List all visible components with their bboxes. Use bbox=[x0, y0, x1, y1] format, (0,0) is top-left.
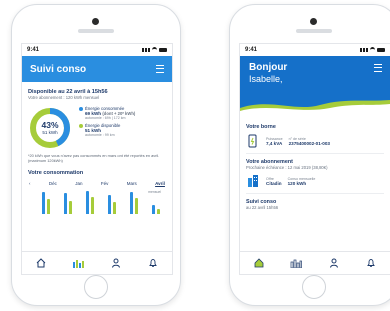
home-icon[interactable] bbox=[34, 256, 48, 270]
abonnement-card[interactable]: Offre Citadin Conso mensuelle 120 kWh bbox=[246, 174, 384, 188]
speaker bbox=[78, 29, 114, 33]
suivi-sub: au 22 avril 15h56 bbox=[246, 205, 279, 210]
user-name: Isabelle, bbox=[249, 74, 283, 84]
chart-bar bbox=[47, 199, 50, 214]
greeting-banner: Bonjour Isabelle, bbox=[240, 56, 390, 114]
subscription-text: Votre abonnement : 120 kWh mensuel bbox=[28, 95, 100, 100]
borne-card[interactable]: Puissance 7,4 kVA n° de série 2375400002… bbox=[246, 134, 384, 148]
main-content: Disponible au 22 avril à 15h56 Votre abo… bbox=[22, 82, 172, 219]
phone-suivi-conso: 9:41 Suivi conso Disponible au 22 avril … bbox=[11, 4, 181, 306]
wifi-icon bbox=[152, 47, 157, 53]
chart-bar bbox=[157, 208, 160, 214]
greeting-text: Bonjour bbox=[249, 62, 288, 73]
green-dot-icon bbox=[79, 123, 83, 128]
charger-icon bbox=[248, 134, 257, 148]
speaker bbox=[296, 29, 332, 33]
building-icon bbox=[248, 175, 258, 187]
menu-icon[interactable] bbox=[374, 64, 382, 72]
status-time: 9:41 bbox=[245, 47, 258, 53]
serie-value: 2375400002-01-003 bbox=[288, 140, 330, 146]
chart-bar bbox=[135, 198, 138, 214]
month-dec[interactable]: Déc bbox=[49, 181, 57, 186]
wifi-icon bbox=[370, 47, 375, 53]
offre-value: Citadin bbox=[266, 180, 282, 186]
signal-icon bbox=[142, 48, 150, 52]
borne-title: Votre borne bbox=[246, 124, 276, 130]
wave-decoration bbox=[240, 100, 390, 114]
report-note: *20 kWh que vous n'avez pas consommés en… bbox=[28, 153, 160, 163]
gauge-section: 43% 51 kWh Énergie consommée 69 kWh (don… bbox=[28, 106, 166, 150]
month-apr[interactable]: Avril bbox=[155, 181, 165, 186]
gauge-legend: Énergie consommée 69 kWh (dont + 20* kWh… bbox=[79, 106, 135, 140]
page-title: Suivi conso bbox=[30, 63, 87, 75]
puissance-value: 7,4 kVA bbox=[266, 140, 283, 146]
month-selector: ‹ Déc Jan Fév Mars Avril bbox=[28, 181, 166, 186]
chart-bar bbox=[113, 201, 116, 214]
tab-bar bbox=[240, 251, 390, 274]
battery-icon bbox=[159, 48, 167, 52]
home-button[interactable] bbox=[302, 275, 326, 299]
divider bbox=[246, 193, 384, 194]
bell-icon[interactable] bbox=[146, 256, 160, 270]
chart-icon[interactable] bbox=[71, 256, 85, 270]
month-mar[interactable]: Mars bbox=[127, 181, 137, 186]
consumption-chart: mensuel bbox=[28, 188, 166, 214]
chart-bar bbox=[91, 196, 94, 214]
screen: 9:41 Bonjour Isabelle, Votre borne Puiss… bbox=[239, 43, 390, 275]
status-bar: 9:41 bbox=[22, 44, 172, 56]
home-button[interactable] bbox=[84, 275, 108, 299]
chart-bar bbox=[152, 205, 155, 214]
chart-bar bbox=[64, 193, 67, 214]
user-icon[interactable] bbox=[327, 256, 341, 270]
consumption-title: Votre consommation bbox=[28, 169, 84, 176]
chart-bar bbox=[86, 190, 89, 214]
consumption-gauge: 43% 51 kWh bbox=[28, 106, 72, 150]
status-time: 9:41 bbox=[27, 47, 40, 53]
divider bbox=[246, 153, 384, 154]
main-content: Votre borne Puissance 7,4 kVA n° de séri… bbox=[240, 114, 390, 215]
signal-icon bbox=[360, 48, 368, 52]
app-bar: Suivi conso bbox=[22, 56, 172, 82]
battery-icon bbox=[377, 48, 385, 52]
echeance-text: Prochaine échéance : 12 mai 2019 (38,80€… bbox=[246, 165, 328, 170]
camera bbox=[92, 18, 99, 25]
legend-available: Énergie disponible 51 kWh autonomie : 99… bbox=[79, 123, 135, 137]
gauge-percent: 43% bbox=[41, 120, 59, 130]
camera bbox=[310, 18, 317, 25]
chart-bar bbox=[108, 194, 111, 214]
screen: 9:41 Suivi conso Disponible au 22 avril … bbox=[21, 43, 173, 275]
legend-consumed: Énergie consommée 69 kWh (dont + 20* kWh… bbox=[79, 106, 135, 120]
user-icon[interactable] bbox=[109, 256, 123, 270]
tab-bar bbox=[22, 251, 172, 274]
chevron-left-icon[interactable]: ‹ bbox=[29, 181, 31, 186]
chart-bar bbox=[130, 192, 133, 214]
chart-note: mensuel bbox=[148, 189, 161, 194]
month-jan[interactable]: Jan bbox=[75, 181, 82, 186]
menu-icon[interactable] bbox=[156, 65, 164, 73]
gauge-kwh: 51 kWh bbox=[42, 130, 58, 135]
bell-icon[interactable] bbox=[364, 256, 378, 270]
chart-bar bbox=[69, 200, 72, 214]
home-icon[interactable] bbox=[252, 256, 266, 270]
blue-dot-icon bbox=[79, 106, 83, 111]
month-feb[interactable]: Fév bbox=[101, 181, 109, 186]
chart-icon[interactable] bbox=[289, 256, 303, 270]
status-bar: 9:41 bbox=[240, 44, 390, 56]
phone-accueil: 9:41 Bonjour Isabelle, Votre borne Puiss… bbox=[229, 4, 390, 306]
chart-bar bbox=[42, 192, 45, 214]
conso-value: 120 kWh bbox=[287, 180, 307, 186]
